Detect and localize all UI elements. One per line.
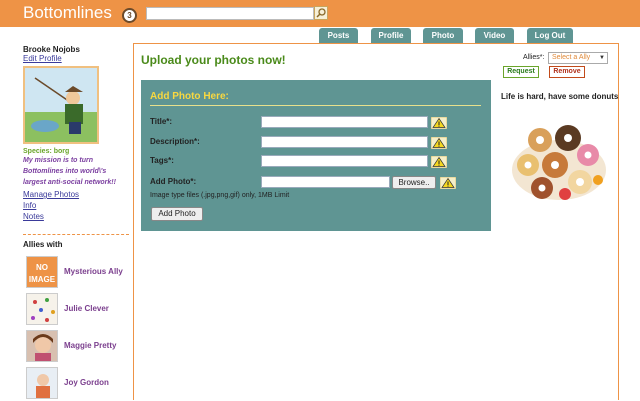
main-nav: Posts Profile Photo Video Log Out [0,28,640,44]
mission-text: My mission is to turn Bottomlines into w… [23,157,116,186]
search-input[interactable] [146,7,314,20]
tab-posts[interactable]: Posts [319,28,358,44]
ally-avatar: NO IMAGE [26,256,58,288]
browse-button[interactable]: Browse.. [392,176,436,189]
tab-photo[interactable]: Photo [423,28,463,44]
ally-name[interactable]: Mysterious Ally [64,267,123,276]
ally-item[interactable]: Joy Gordon [26,367,126,401]
ally-item[interactable]: Maggie Pretty [26,330,126,364]
chevron-down-icon: ▼ [599,55,605,61]
warning-icon [431,117,447,129]
donut-caption: Life is hard, have some donuts [501,92,619,101]
panel-divider [150,105,481,106]
profile-name: Brooke Nojobs [23,45,80,54]
ally-avatar-image [27,368,57,398]
search-icon [316,8,326,18]
ally-select[interactable]: Select a Ally ▼ [548,52,608,64]
add-photo-button[interactable]: Add Photo [151,207,203,221]
request-button[interactable]: Request [503,66,539,78]
ally-avatar [26,293,58,325]
top-bar: Bottomlines 3 [0,0,640,27]
sidebar-divider [23,234,129,235]
ally-name[interactable]: Joy Gordon [64,378,109,387]
ally-avatar [26,330,58,362]
notification-badge[interactable]: 3 [122,8,137,23]
warning-icon [440,177,456,189]
profile-sidebar: Brooke Nojobs Edit Profile Species: borg… [23,45,128,222]
search-button[interactable] [314,6,328,20]
page-title: Upload your photos now! [141,53,286,67]
site-logo[interactable]: Bottomlines [23,3,112,23]
allies-heading: Allies with [23,240,63,249]
file-type-note: Image type files (.jpg,png,gif) only, 1M… [150,192,290,199]
warning-icon [431,156,447,168]
ally-item[interactable]: NO IMAGE Mysterious Ally [26,256,126,290]
manage-photos-link[interactable]: Manage Photos [23,189,128,200]
warning-icon [431,137,447,149]
tags-input[interactable] [261,155,428,167]
remove-button[interactable]: Remove [549,66,585,78]
ally-name[interactable]: Julie Clever [64,304,109,313]
title-input[interactable] [261,116,428,128]
panel-title: Add Photo Here: [150,91,229,102]
ally-avatar-image [27,294,57,324]
ally-avatar [26,367,58,399]
add-photo-label: Add Photo*: [150,177,197,186]
photo-file-input[interactable] [261,176,390,188]
description-input[interactable] [261,136,428,148]
tab-logout[interactable]: Log Out [527,28,573,44]
content-border-top [133,43,619,44]
ally-item[interactable]: Julie Clever [26,293,126,327]
no-image-text: NO IMAGE [28,263,56,284]
content-border-left [133,43,134,400]
tab-profile[interactable]: Profile [371,28,411,44]
tags-label: Tags*: [150,156,174,165]
donuts-image [510,110,608,205]
tab-video[interactable]: Video [475,28,514,44]
allies-select-label: Allies*: [523,54,545,61]
info-link[interactable]: Info [23,200,128,211]
description-label: Description*: [150,137,200,146]
ally-select-value: Select a Ally [552,54,591,61]
upload-panel: Add Photo Here: Title*: Description*: Ta… [141,80,491,231]
avatar-image [25,68,97,142]
species-label: Species: borg [23,148,70,155]
notes-link[interactable]: Notes [23,211,128,222]
title-label: Title*: [150,117,173,126]
ally-avatar-image [27,331,57,361]
ally-name[interactable]: Maggie Pretty [64,341,116,350]
avatar [23,66,99,144]
edit-profile-link[interactable]: Edit Profile [23,54,128,63]
